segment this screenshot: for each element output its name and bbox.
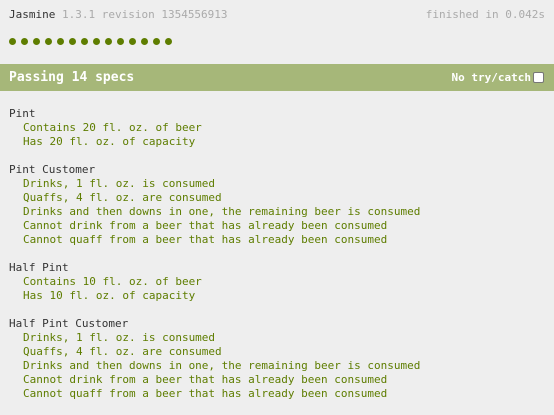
spec-description-link[interactable]: Quaffs, 4 fl. oz. are consumed [9, 345, 549, 359]
spec-description-link[interactable]: Contains 20 fl. oz. of beer [9, 121, 549, 135]
no-try-catch-label: No try/catch [451, 71, 531, 84]
spec-description-link[interactable]: Cannot drink from a beer that has alread… [9, 219, 549, 233]
spec-description-link[interactable]: Cannot quaff from a beer that has alread… [9, 387, 549, 401]
suite-name-link[interactable]: Half Pint [9, 261, 549, 275]
passed-spec-dot [69, 38, 76, 45]
spec-description-link[interactable]: Cannot quaff from a beer that has alread… [9, 233, 549, 247]
banner-title: Jasmine 1.3.1 revision 1354556913 [9, 8, 228, 21]
duration-label: finished in 0.042s [425, 8, 545, 21]
passed-spec-dot [117, 38, 124, 45]
passed-spec-dot [141, 38, 148, 45]
passing-alert-bar: Passing 14 specs No try/catch [0, 64, 554, 91]
passed-spec-dot [57, 38, 64, 45]
passed-spec-dot [21, 38, 28, 45]
spec-description-link[interactable]: Drinks, 1 fl. oz. is consumed [9, 177, 549, 191]
suite: Half Pint Customer Drinks, 1 fl. oz. is c… [9, 317, 549, 401]
passed-spec-dot [33, 38, 40, 45]
passed-spec-dot [105, 38, 112, 45]
spec-description-link[interactable]: Cannot drink from a beer that has alread… [9, 373, 549, 387]
passed-spec-dot [165, 38, 172, 45]
spec-description-link[interactable]: Drinks and then downs in one, the remain… [9, 359, 549, 373]
suite: Half Pint Contains 10 fl. oz. of beer Has … [9, 261, 549, 303]
suite-name-link[interactable]: Pint [9, 107, 549, 121]
suite: Pint Customer Drinks, 1 fl. oz. is consum… [9, 163, 549, 247]
no-try-catch-checkbox[interactable] [533, 72, 544, 83]
suite-name-link[interactable]: Pint Customer [9, 163, 549, 177]
passed-spec-dot [93, 38, 100, 45]
results-list: Pint Contains 20 fl. oz. of beer Has 20 fl… [9, 107, 549, 415]
jasmine-title: Jasmine [9, 8, 56, 21]
passed-spec-dot [9, 38, 16, 45]
passed-spec-dot [153, 38, 160, 45]
no-try-catch-toggle[interactable]: No try/catch [452, 71, 544, 84]
spec-description-link[interactable]: Contains 10 fl. oz. of beer [9, 275, 549, 289]
suite-name-link[interactable]: Half Pint Customer [9, 317, 549, 331]
version-label: 1.3.1 revision 1354556913 [61, 8, 228, 21]
banner: Jasmine 1.3.1 revision 1354556913 finish… [0, 0, 554, 30]
passing-specs-label: Passing 14 specs [9, 70, 135, 85]
passed-spec-dot [45, 38, 52, 45]
spec-description-link[interactable]: Drinks, 1 fl. oz. is consumed [9, 331, 549, 345]
spec-description-link[interactable]: Quaffs, 4 fl. oz. are consumed [9, 191, 549, 205]
spec-description-link[interactable]: Has 20 fl. oz. of capacity [9, 135, 549, 149]
suite: Pint Contains 20 fl. oz. of beer Has 20 fl… [9, 107, 549, 149]
passed-spec-dot [129, 38, 136, 45]
spec-description-link[interactable]: Drinks and then downs in one, the remain… [9, 205, 549, 219]
passed-spec-dot [81, 38, 88, 45]
spec-symbol-summary [9, 38, 177, 48]
spec-description-link[interactable]: Has 10 fl. oz. of capacity [9, 289, 549, 303]
